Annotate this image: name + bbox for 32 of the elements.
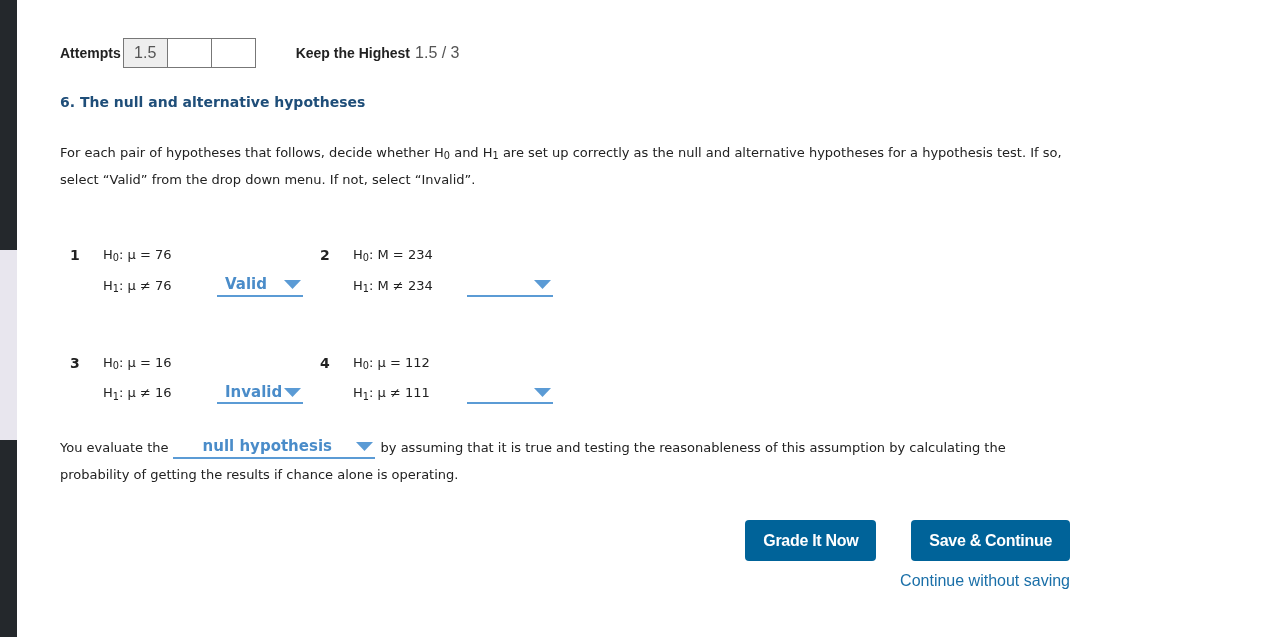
item-number: 3	[70, 353, 81, 373]
sentence-start: You evaluate the	[60, 439, 169, 457]
dropdown-caret-icon	[355, 442, 373, 451]
action-button[interactable]: Save & Continue	[911, 520, 1070, 561]
dropdown-caret-icon	[534, 387, 551, 397]
alternative-hypothesis: H$_{1}$: μ ≠ 16	[103, 384, 173, 403]
answer-dropdown[interactable]: Valid	[217, 274, 303, 297]
attempts-score: 1.5 / 3	[415, 43, 460, 63]
dropdown-caret-icon	[534, 280, 551, 289]
answer-dropdown[interactable]: null hypothesis	[172, 436, 375, 459]
alternative-hypothesis: H$_{1}$: μ ≠ 111	[353, 384, 431, 403]
question-title: 6. The null and alternative hypotheses	[60, 93, 367, 112]
action-button[interactable]: Grade It Now	[745, 520, 877, 561]
grading-policy: Keep the Highest	[295, 43, 411, 63]
sentence-continuation: probability of getting the results if chance alone is operating.	[60, 466, 460, 484]
attempt-slot: 1.5	[122, 38, 168, 68]
sentence-end: by assuming that it is true and testing the reasonableness of this assumption by calculating the	[380, 439, 1006, 457]
instructions: For each pair of hypotheses that follows, decide whether H$_{0}$ and H$_{1}$ are set up correctly as the null and alternative hypotheses for a hypothesis test. If so, select “Valid” from the drop down menu. If not, select “Invalid”.	[60, 144, 1063, 189]
null-hypothesis: H$_{0}$: μ = 76	[103, 246, 173, 265]
dropdown-caret-icon	[284, 280, 301, 289]
continue-link[interactable]: Continue without saving	[900, 569, 1070, 593]
null-hypothesis: H$_{0}$: M = 234	[353, 246, 434, 265]
answer-dropdown[interactable]: Invalid	[217, 382, 303, 404]
null-hypothesis: H$_{0}$: μ = 112	[353, 353, 431, 372]
null-hypothesis: H$_{0}$: μ = 16	[103, 353, 173, 372]
attempts-label: Attempts	[60, 43, 121, 63]
item-number: 1	[70, 246, 81, 265]
item-number: 2	[320, 246, 331, 265]
item-number: 4	[320, 353, 331, 373]
dropdown-caret-icon	[284, 387, 301, 397]
alternative-hypothesis: H$_{1}$: M ≠ 234	[353, 276, 434, 296]
alternative-hypothesis: H$_{1}$: μ ≠ 76	[103, 276, 173, 296]
